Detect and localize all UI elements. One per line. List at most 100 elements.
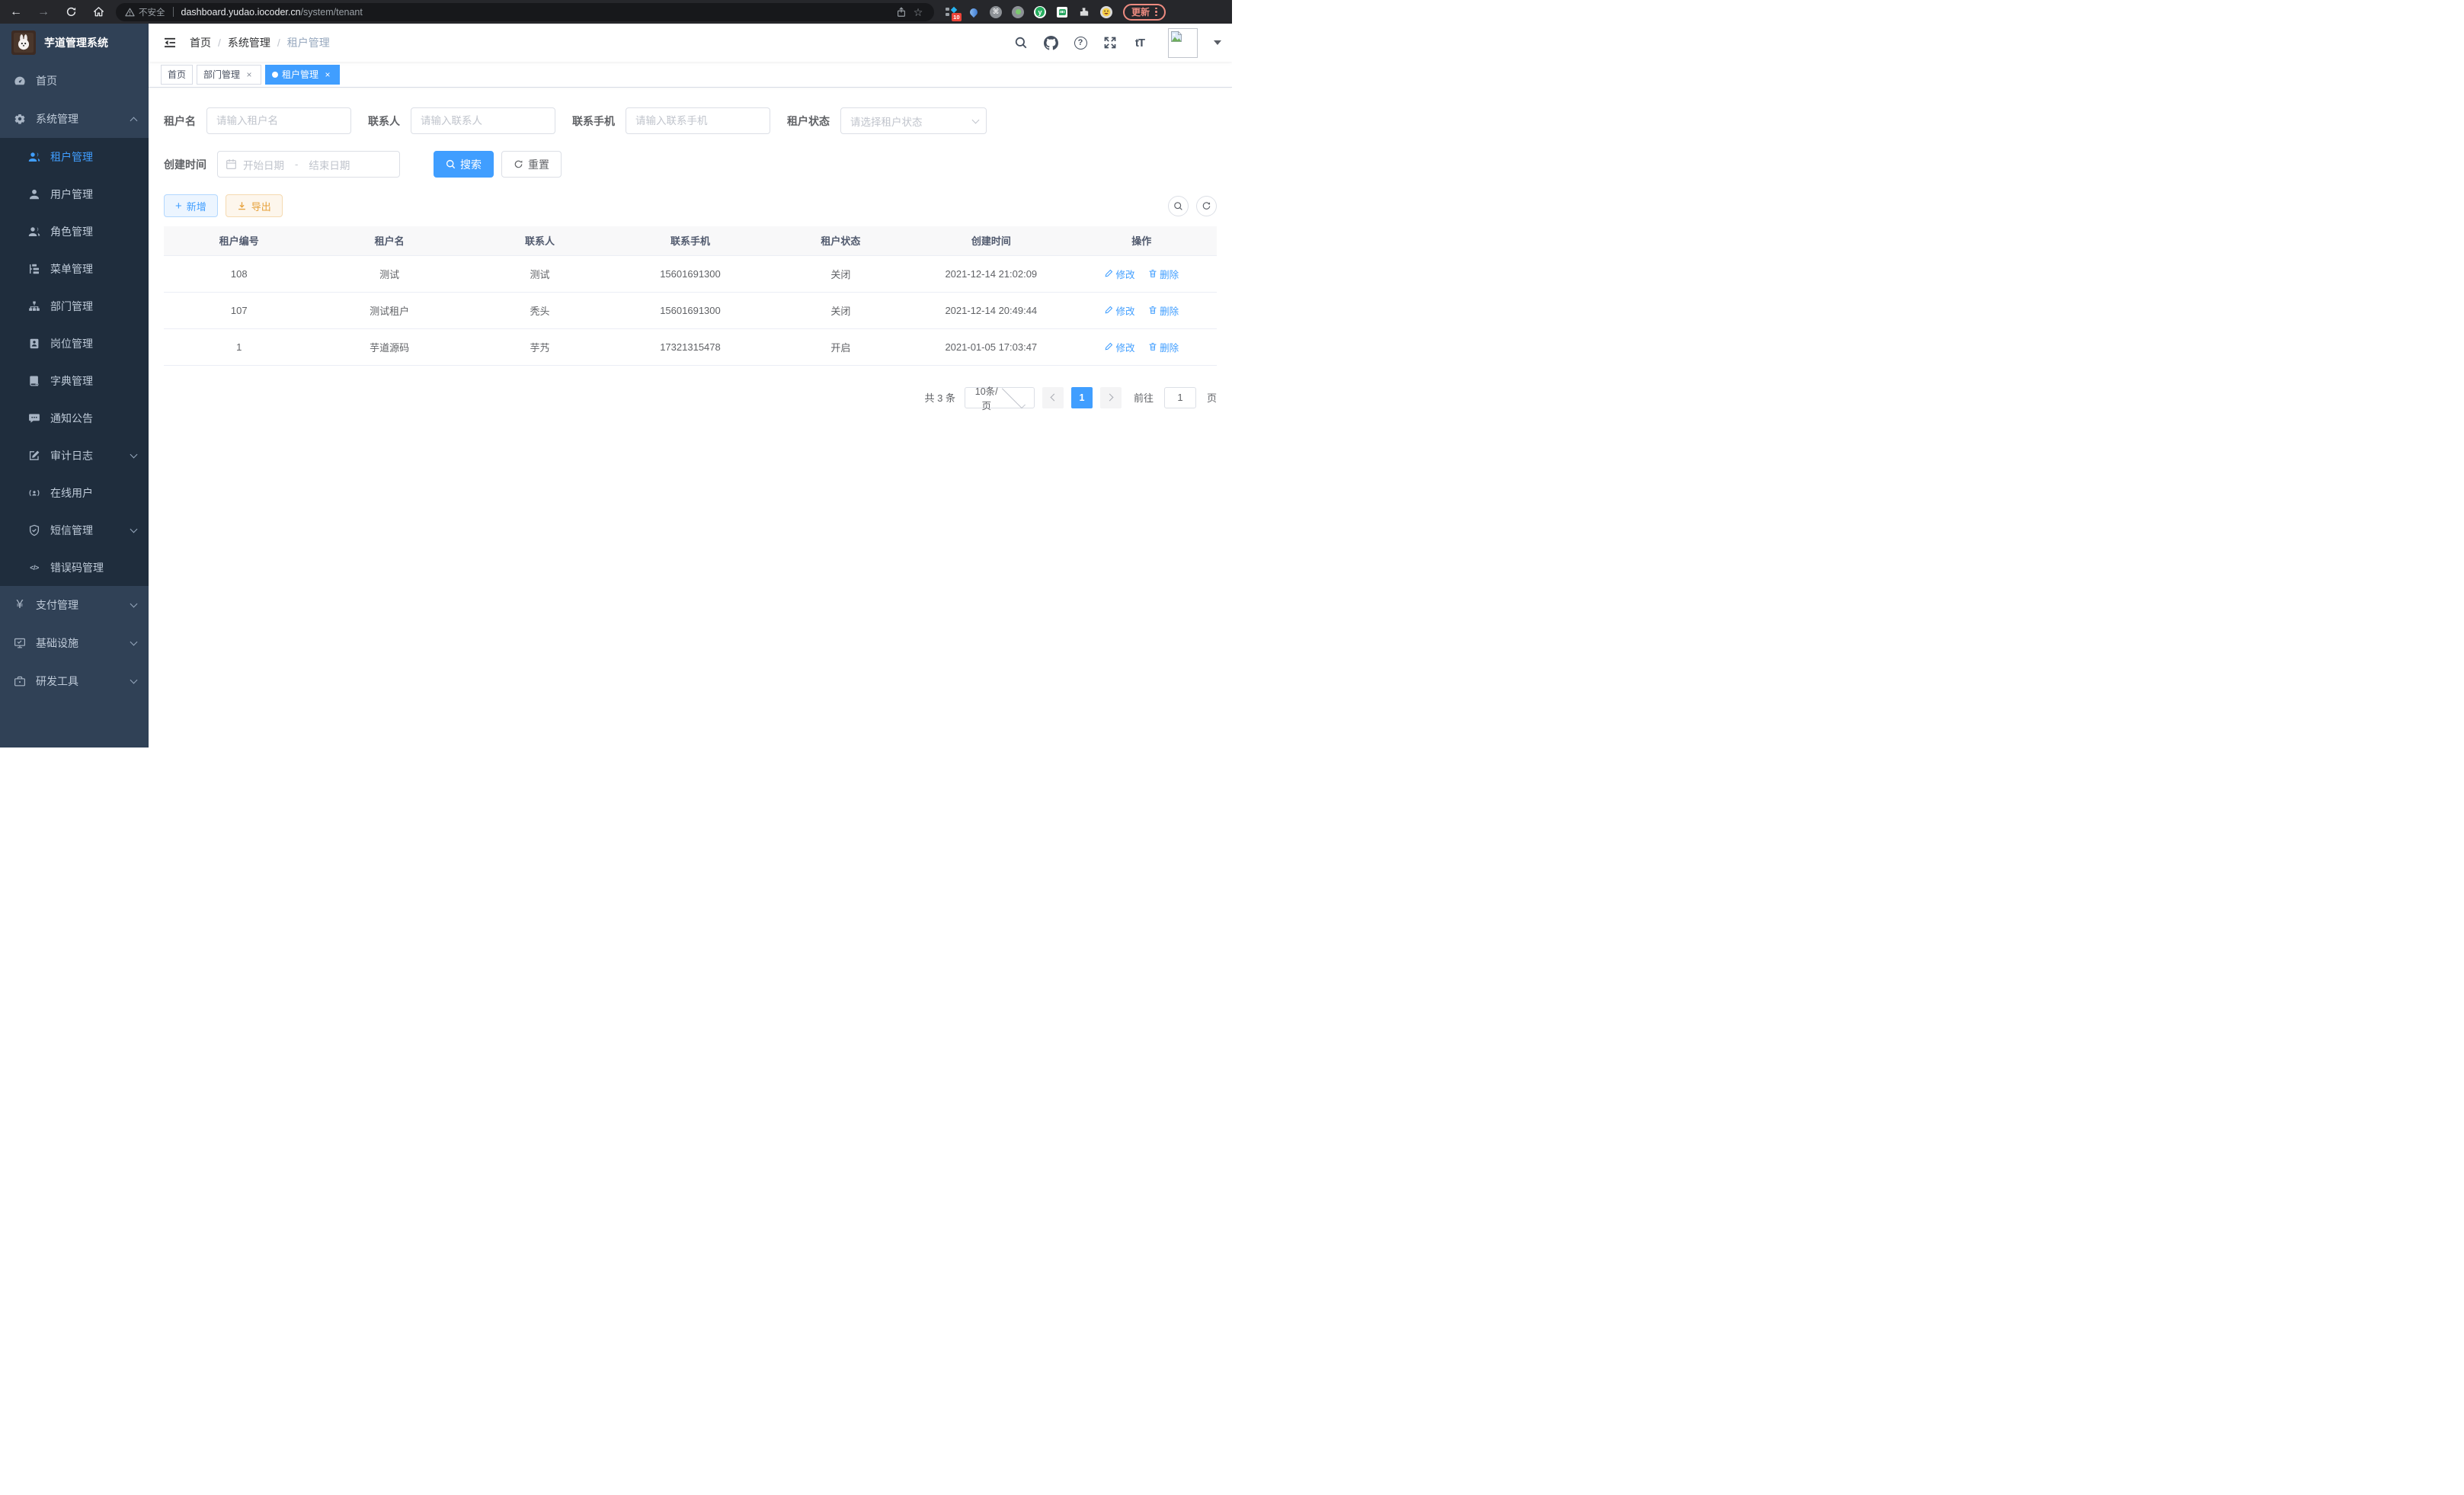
reset-button[interactable]: 重置 [501, 151, 562, 178]
browser-menu-icon[interactable] [1155, 8, 1157, 17]
prev-page-button[interactable] [1042, 387, 1064, 408]
fullscreen-icon[interactable] [1101, 34, 1119, 52]
table-row: 1 芋道源码 芋艿 17321315478 开启 2021-01-05 17:0… [164, 328, 1217, 365]
sidebar-item-label: 岗位管理 [50, 336, 136, 351]
sidebar-item-post[interactable]: 岗位管理 [0, 325, 149, 362]
github-icon[interactable] [1042, 34, 1060, 52]
delete-link[interactable]: 删除 [1148, 267, 1179, 281]
cell-created: 2021-12-14 21:02:09 [916, 255, 1066, 292]
avatar-dropdown-caret-icon[interactable] [1214, 40, 1221, 45]
tenant-name-input[interactable] [206, 107, 351, 134]
sidebar-item-sms[interactable]: 短信管理 [0, 511, 149, 549]
chevron-down-icon [130, 450, 138, 458]
sidebar-item-home[interactable]: 首页 [0, 62, 149, 100]
edit-link[interactable]: 修改 [1104, 303, 1134, 318]
filter-status: 租户状态 请选择租户状态 [787, 107, 987, 134]
sidebar-item-system[interactable]: 系统管理 [0, 100, 149, 138]
sidebar-item-online-users[interactable]: 在线用户 [0, 474, 149, 511]
help-icon[interactable]: ? [1071, 34, 1090, 52]
delete-link[interactable]: 删除 [1148, 340, 1179, 354]
yudao-extension-icon[interactable]: y [1034, 6, 1046, 18]
back-icon[interactable]: ← [6, 2, 26, 22]
toggle-search-icon[interactable] [1168, 196, 1189, 216]
sidebar-logo-row[interactable]: 芋道管理系统 [0, 24, 149, 62]
avatar[interactable] [1168, 28, 1198, 58]
page-size-select[interactable]: 10条/页 [965, 387, 1035, 408]
refresh-table-icon[interactable] [1196, 196, 1217, 216]
next-page-button[interactable] [1100, 387, 1122, 408]
share-icon[interactable] [893, 4, 910, 21]
security-status[interactable]: 不安全 [125, 6, 165, 18]
edit-link[interactable]: 修改 [1104, 267, 1134, 281]
breadcrumb-system[interactable]: 系统管理 [228, 35, 270, 50]
cell-contact: 测试 [465, 255, 615, 292]
tag-manager-extension-icon[interactable]: 10 [946, 6, 958, 18]
select-placeholder: 请选择租户状态 [850, 114, 973, 129]
tab-home[interactable]: 首页 [161, 65, 193, 85]
chevron-down-icon [972, 116, 980, 123]
trash-icon [1148, 269, 1157, 278]
home-icon[interactable] [88, 2, 108, 22]
sidebar-item-payment[interactable]: ¥ 支付管理 [0, 586, 149, 624]
browser-window: ← → 不安全 dashboard.yudao.iocoder.cn/syste… [0, 0, 1232, 748]
pin-extension-icon[interactable] [968, 6, 980, 18]
close-icon[interactable]: × [244, 69, 254, 80]
badge-icon [28, 338, 40, 350]
sidebar-item-notice[interactable]: 通知公告 [0, 399, 149, 437]
goto-page-input[interactable] [1164, 387, 1196, 408]
address-bar[interactable]: 不安全 dashboard.yudao.iocoder.cn/system/te… [116, 3, 934, 21]
chrome-update-button[interactable]: 更新 [1123, 4, 1166, 21]
chevron-down-icon [130, 600, 138, 608]
command-extension-icon[interactable]: ⌘ [990, 6, 1002, 18]
cell-id: 107 [164, 292, 314, 328]
font-size-icon[interactable]: tT [1131, 34, 1149, 52]
column-header: 租户名 [314, 226, 464, 255]
mobile-input[interactable] [626, 107, 770, 134]
users-icon [28, 226, 40, 238]
sidebar-item-audit-log[interactable]: 审计日志 [0, 437, 149, 474]
sidebar-item-infrastructure[interactable]: 基础设施 [0, 624, 149, 662]
chat-extension-icon[interactable] [1056, 6, 1068, 18]
search-button[interactable]: 搜索 [434, 151, 494, 178]
sidebar-item-menu[interactable]: 菜单管理 [0, 250, 149, 287]
reload-icon[interactable] [61, 2, 81, 22]
sidebar-item-error-code[interactable]: </> 错误码管理 [0, 549, 149, 586]
sidebar-item-role[interactable]: 角色管理 [0, 213, 149, 250]
cell-name: 测试 [314, 255, 464, 292]
tab-dept[interactable]: 部门管理 × [197, 65, 261, 85]
sidebar-item-label: 通知公告 [50, 411, 136, 426]
sidebar-item-user[interactable]: 用户管理 [0, 175, 149, 213]
system-submenu: 租户管理 用户管理 角色管理 菜单管理 [0, 138, 149, 586]
breadcrumb: 首页 / 系统管理 / 租户管理 [190, 35, 330, 50]
page-number-1[interactable]: 1 [1071, 387, 1093, 408]
close-icon[interactable]: × [322, 69, 333, 80]
sidebar-item-dict[interactable]: 字典管理 [0, 362, 149, 399]
delete-link[interactable]: 删除 [1148, 303, 1179, 318]
breadcrumb-home[interactable]: 首页 [190, 35, 211, 50]
add-button[interactable]: + 新增 [164, 194, 218, 217]
filter-contact: 联系人 [368, 107, 555, 134]
column-header: 创建时间 [916, 226, 1066, 255]
emoji-extension-icon[interactable] [1100, 6, 1112, 18]
column-header: 操作 [1067, 226, 1217, 255]
app-title: 芋道管理系统 [44, 35, 108, 50]
tab-tenant[interactable]: 租户管理 × [265, 65, 340, 85]
sidebar-item-dev-tools[interactable]: 研发工具 [0, 662, 149, 700]
recorder-extension-icon[interactable] [1012, 6, 1024, 18]
tab-label: 部门管理 [203, 68, 240, 81]
collapse-sidebar-icon[interactable] [156, 29, 184, 56]
puzzle-extension-icon[interactable] [1078, 6, 1090, 18]
chevron-down-icon [130, 639, 138, 646]
search-icon[interactable] [1012, 34, 1030, 52]
app-frame: 芋道管理系统 首页 系统管理 租户管理 [0, 24, 1232, 748]
date-range-picker[interactable]: 开始日期 - 结束日期 [217, 151, 400, 178]
status-select[interactable]: 请选择租户状态 [840, 107, 987, 134]
sidebar-item-tenant[interactable]: 租户管理 [0, 138, 149, 175]
sidebar-item-dept[interactable]: 部门管理 [0, 287, 149, 325]
edit-link[interactable]: 修改 [1104, 340, 1134, 354]
bookmark-star-icon[interactable]: ☆ [910, 4, 926, 21]
cell-status: 关闭 [766, 292, 916, 328]
export-button[interactable]: 导出 [226, 194, 283, 217]
forward-icon[interactable]: → [34, 2, 53, 22]
contact-input[interactable] [411, 107, 555, 134]
